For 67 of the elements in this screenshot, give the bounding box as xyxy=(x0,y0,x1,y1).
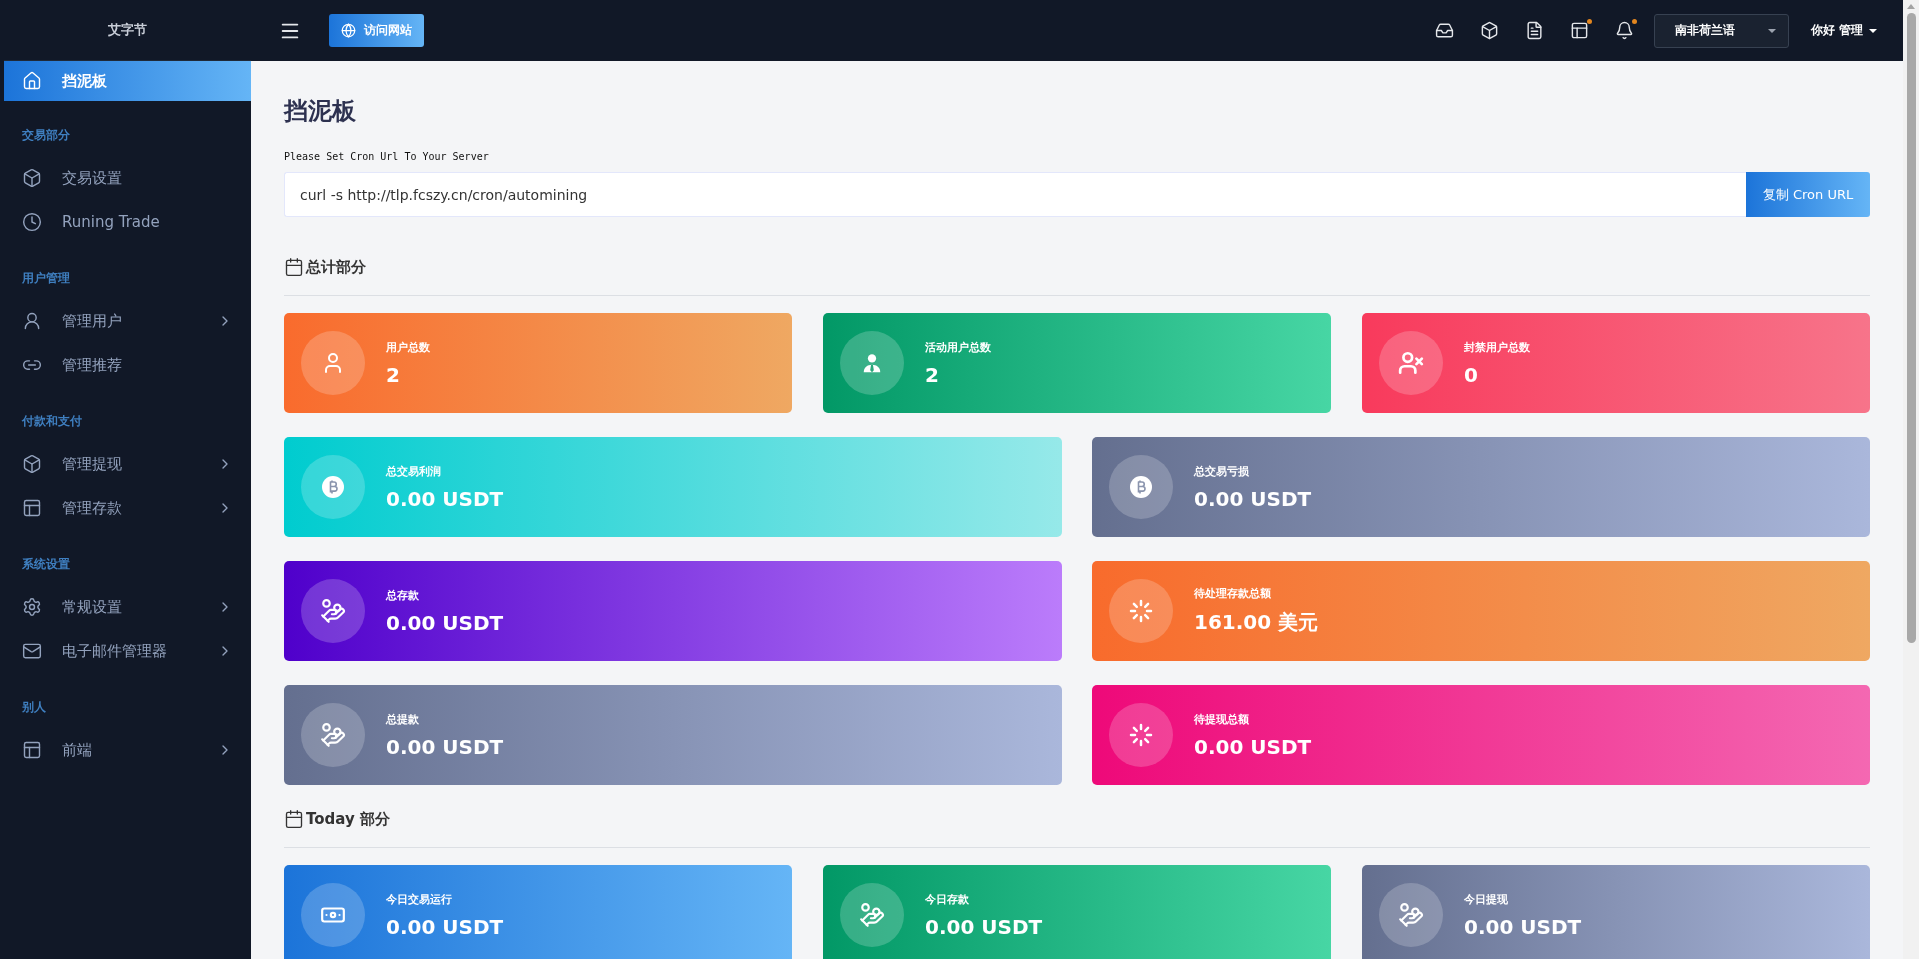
stat-label: 待处理存款总额 xyxy=(1194,586,1272,601)
stat-value: 161.00 美元 xyxy=(1194,609,1319,636)
section-heading: 总计部分 xyxy=(306,257,366,277)
scrollbar[interactable] xyxy=(1903,0,1919,959)
layout-icon xyxy=(22,740,42,760)
notification-dot xyxy=(1586,19,1592,24)
stat-label: 总交易亏损 xyxy=(1194,463,1250,479)
document-icon[interactable] xyxy=(1524,21,1544,40)
stat-value: 0 xyxy=(1464,362,1479,387)
home-icon xyxy=(22,71,42,91)
stat-value: 0.00 USDT xyxy=(386,734,504,759)
stat-label: 总提款 xyxy=(386,711,420,727)
stat-value: 0.00 USDT xyxy=(1194,734,1312,759)
stat-value: 0.00 USDT xyxy=(386,486,504,511)
sidebar-section-heading: 别人 xyxy=(21,699,47,716)
page-title: 挡泥板 xyxy=(284,96,357,127)
bell-icon[interactable] xyxy=(1614,21,1634,40)
sidebar-item[interactable]: 挡泥板 xyxy=(4,61,251,101)
stat-value: 2 xyxy=(386,362,401,387)
sidebar-item[interactable]: Runing Trade xyxy=(4,200,251,244)
notification-dot xyxy=(1631,19,1637,24)
sidebar-section-heading: 交易部分 xyxy=(21,127,71,144)
calendar-icon xyxy=(284,809,304,829)
user-icon xyxy=(22,311,42,331)
sidebar-item[interactable]: 管理用户 xyxy=(4,299,251,343)
settings-icon xyxy=(22,597,42,617)
cube-icon xyxy=(22,454,42,474)
stat-label: 封禁用户总数 xyxy=(1464,339,1530,355)
sidebar-item[interactable]: 常规设置 xyxy=(4,585,251,629)
user-menu[interactable]: 你好 管理 xyxy=(1804,21,1883,40)
cube-icon xyxy=(22,168,42,188)
stat-value: 0.00 USDT xyxy=(1464,914,1582,939)
stat-value: 0.00 USDT xyxy=(386,610,504,635)
stat-label: 用户总数 xyxy=(386,339,430,355)
globe-icon xyxy=(341,23,356,38)
stat-label: 总存款 xyxy=(386,587,420,603)
sidebar-item[interactable]: 交易设置 xyxy=(4,156,251,200)
cron-hint: Please Set Cron Url To Your Server xyxy=(284,151,490,162)
copy-cron-button[interactable]: 复制 Cron URL xyxy=(1746,172,1870,217)
stat-label: 活动用户总数 xyxy=(925,339,991,355)
cube-icon[interactable] xyxy=(1479,21,1499,40)
stat-value: 2 xyxy=(925,362,940,387)
sidebar-item[interactable]: 管理存款 xyxy=(4,486,251,530)
sidebar-item[interactable]: 前端 xyxy=(4,728,251,772)
calendar-icon xyxy=(284,257,304,277)
stat-label: 今日提现 xyxy=(1464,891,1509,907)
stat-label: 今日存款 xyxy=(925,891,970,907)
sidebar-item[interactable]: 电子邮件管理器 xyxy=(4,629,251,673)
layout-icon[interactable] xyxy=(1569,21,1589,40)
inbox-icon[interactable] xyxy=(1434,21,1454,40)
sidebar-section-heading: 系统设置 xyxy=(21,556,71,573)
section-heading: Today 部分 xyxy=(306,809,390,829)
layout-icon xyxy=(22,498,42,518)
sidebar-item[interactable]: 管理提现 xyxy=(4,442,251,486)
mail-icon xyxy=(22,641,42,661)
language-select[interactable]: 南非荷兰语 xyxy=(1653,13,1789,48)
sidebar-item[interactable]: 管理推荐 xyxy=(4,343,251,387)
sidebar-section-heading: 付款和支付 xyxy=(20,413,83,430)
stat-label: 待提现总额 xyxy=(1194,711,1250,727)
stat-value: 0.00 USDT xyxy=(1194,486,1312,511)
stat-label: 总交易利润 xyxy=(386,463,442,479)
stat-label: 今日交易运行 xyxy=(386,891,453,907)
clock-icon xyxy=(22,212,42,232)
sidebar-section-heading: 用户管理 xyxy=(21,270,71,287)
stat-value: 0.00 USDT xyxy=(925,914,1043,939)
cron-url-field[interactable]: curl -s http://tlp.fcszy.cn/cron/automining xyxy=(284,172,1746,217)
stat-value: 0.00 USDT xyxy=(386,914,504,939)
